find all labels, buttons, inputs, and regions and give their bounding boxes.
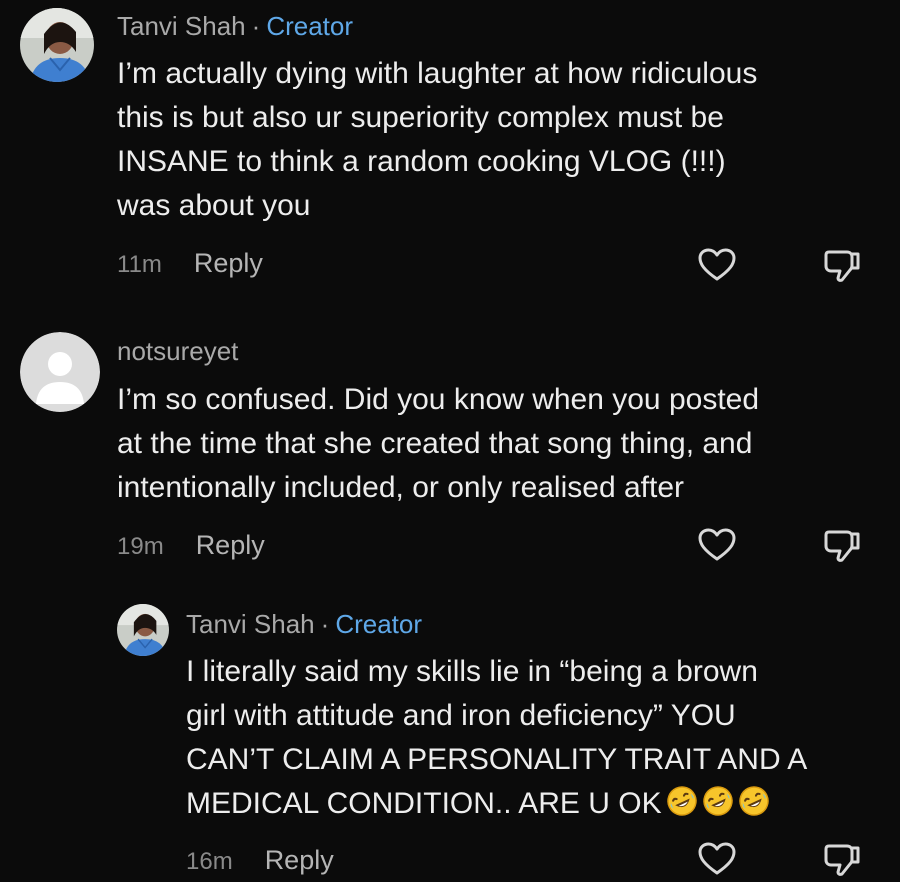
heart-outline-icon[interactable] [696, 838, 738, 880]
rolling-on-floor-laughing-emoji [666, 785, 698, 817]
reply-button[interactable]: Reply [196, 530, 265, 560]
creator-avatar[interactable] [20, 8, 94, 82]
comment-timestamp: 19m [117, 533, 164, 560]
reply-button[interactable]: Reply [265, 845, 334, 875]
author-name[interactable]: notsureyet [117, 336, 238, 366]
comment-meta: 16m Reply [186, 845, 334, 877]
creator-avatar[interactable] [117, 604, 169, 656]
comment-timestamp: 16m [186, 848, 233, 875]
rolling-on-floor-laughing-emoji [738, 785, 770, 817]
reply-button[interactable]: Reply [194, 248, 263, 278]
comment-timestamp: 11m [117, 251, 162, 278]
separator-dot: · [320, 609, 330, 639]
comment-author-line: Tanvi Shah · Creator [117, 11, 353, 41]
author-name[interactable]: Tanvi Shah [186, 609, 315, 639]
comment-meta: 19m Reply [117, 530, 265, 562]
comment-text: I literally said my skills lie in “being… [186, 650, 807, 826]
comment-text: I’m so confused. Did you know when you p… [117, 383, 760, 504]
comment-author-line: notsureyet [117, 336, 238, 366]
thumbs-down-icon[interactable] [821, 838, 863, 880]
comment-item: Tanvi Shah · Creator I’m actually dying wi… [0, 0, 900, 300]
thumbs-down-icon[interactable] [821, 244, 863, 286]
creator-badge: Creator [335, 609, 423, 639]
comment-author-line: Tanvi Shah · Creator [186, 609, 422, 639]
author-name[interactable]: Tanvi Shah [117, 11, 246, 41]
rolling-on-floor-laughing-emoji [702, 785, 734, 817]
thumbs-down-icon[interactable] [821, 524, 863, 566]
reply-comment-item: Tanvi Shah · Creator I literally said my s… [0, 580, 900, 882]
comment-text: I’m actually dying with laughter at how … [117, 57, 758, 222]
comment-meta: 11m Reply [117, 248, 263, 280]
heart-outline-icon[interactable] [696, 524, 738, 566]
separator-dot: · [251, 11, 261, 41]
creator-badge: Creator [266, 11, 354, 41]
comment-item: notsureyet I’m so confused. Did you know… [0, 300, 900, 580]
heart-outline-icon[interactable] [696, 244, 738, 286]
default-user-avatar[interactable] [20, 332, 100, 412]
